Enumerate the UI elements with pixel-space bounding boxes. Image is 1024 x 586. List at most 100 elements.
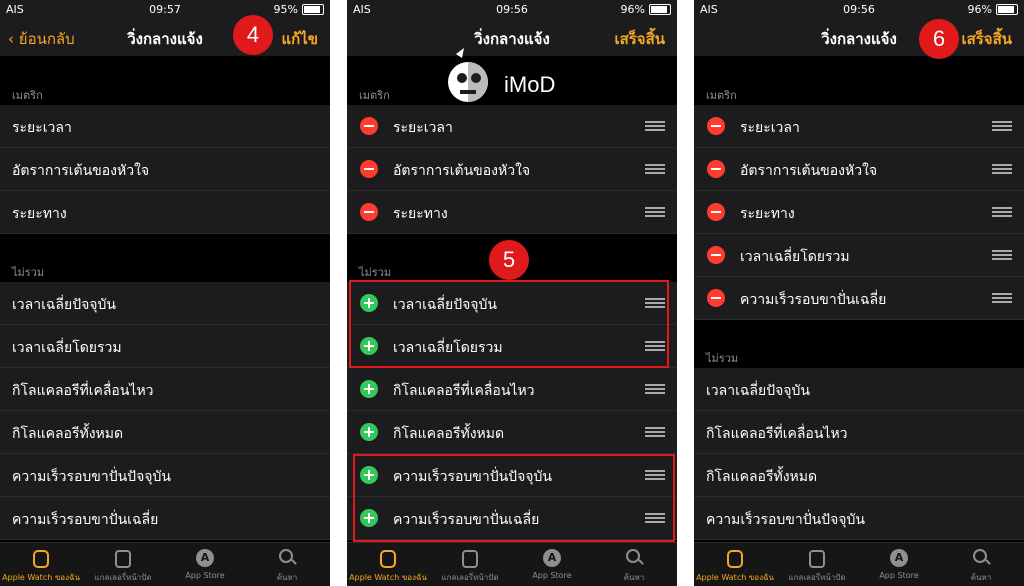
list-item[interactable]: ระยะเวลา	[0, 105, 330, 148]
list-item[interactable]: กิโลแคลอรีทั้งหมด	[0, 411, 330, 454]
remove-icon[interactable]	[707, 289, 725, 307]
list-item[interactable]: ความเร็วรอบขาปั่นปัจจุบัน	[694, 497, 1024, 540]
list-item[interactable]: กิโลแคลอรีที่เคลื่อนไหว	[0, 368, 330, 411]
highlight-box	[349, 280, 669, 368]
list-item: ระยะเวลา	[347, 105, 677, 148]
list-item: อัตราการเต้นของหัวใจ	[694, 148, 1024, 191]
imod-logo: iMoD	[442, 46, 592, 106]
step-badge-6: 6	[919, 19, 959, 59]
remove-icon[interactable]	[707, 117, 725, 135]
tab-app-store[interactable]: App Store	[164, 543, 246, 586]
reorder-handle-icon[interactable]	[992, 121, 1012, 131]
section-header-metrics: เมตริก	[706, 89, 737, 102]
list-item: เวลาเฉลี่ยโดยรวม	[694, 234, 1024, 277]
battery-percent: 96%	[967, 3, 992, 16]
tab-app-store[interactable]: App Store	[511, 543, 593, 586]
tab-face-gallery[interactable]: แกลเลอรี่หน้าปัด	[429, 543, 511, 586]
battery-icon	[302, 4, 324, 15]
app-store-icon	[543, 549, 561, 567]
list-item[interactable]: ระยะทาง	[0, 191, 330, 234]
edit-button[interactable]: แก้ไข	[281, 27, 318, 51]
list-item[interactable]: กิโลแคลอรีทั้งหมด	[694, 454, 1024, 497]
list-item[interactable]: เวลาเฉลี่ยโดยรวม	[0, 325, 330, 368]
done-button[interactable]: เสร็จสิ้น	[961, 27, 1012, 51]
section-header-metrics: เมตริก	[12, 89, 43, 102]
list-item[interactable]: เวลาเฉลี่ยปัจจุบัน	[694, 368, 1024, 411]
app-store-icon	[196, 549, 214, 567]
reorder-handle-icon[interactable]	[645, 121, 665, 131]
highlight-box	[353, 454, 675, 542]
search-icon	[279, 549, 293, 563]
nav-bar: วิ่งกลางแจ้ง เสร็จสิ้น	[694, 18, 1024, 56]
step-badge-5: 5	[489, 240, 529, 280]
list-item: อัตราการเต้นของหัวใจ	[347, 148, 677, 191]
remove-icon[interactable]	[707, 160, 725, 178]
section-header-metrics: เมตริก	[359, 89, 390, 102]
phone-screen-1: AIS 09:57 95% ‹ ย้อนกลับ วิ่งกลางแจ้ง แก…	[0, 0, 330, 586]
list-item: ระยะเวลา	[694, 105, 1024, 148]
tab-app-store[interactable]: App Store	[858, 543, 940, 586]
watch-icon	[33, 550, 49, 568]
list-item: กิโลแคลอรีทั้งหมด	[347, 411, 677, 454]
imod-wordmark: iMoD	[504, 72, 556, 97]
section-header-excluded: ไม่รวม	[12, 266, 45, 279]
list-item: กิโลแคลอรีที่เคลื่อนไหว	[347, 368, 677, 411]
remove-icon[interactable]	[707, 246, 725, 264]
section-header-excluded: ไม่รวม	[706, 352, 739, 365]
tab-search[interactable]: ค้นหา	[940, 543, 1022, 586]
reorder-handle-icon[interactable]	[645, 384, 665, 394]
tab-search[interactable]: ค้นหา	[593, 543, 675, 586]
battery-percent: 95%	[273, 3, 298, 16]
section-header-excluded: ไม่รวม	[359, 266, 392, 279]
battery-icon	[996, 4, 1018, 15]
phone-screen-3: AIS 09:56 96% วิ่งกลางแจ้ง เสร็จสิ้น เมต…	[694, 0, 1024, 586]
step-badge-4: 4	[233, 15, 273, 55]
tab-my-watch[interactable]: Apple Watch ของฉัน	[694, 543, 776, 586]
list-item: ความเร็วรอบขาปั่นเฉลี่ย	[694, 277, 1024, 320]
list-item[interactable]: เวลาเฉลี่ยปัจจุบัน	[0, 282, 330, 325]
metrics-list: เมตริก ระยะเวลา อัตราการเต้นของหัวใจ ระย…	[0, 56, 330, 543]
reorder-handle-icon[interactable]	[992, 164, 1012, 174]
remove-icon[interactable]	[360, 117, 378, 135]
watch-face-icon	[809, 550, 825, 568]
reorder-handle-icon[interactable]	[992, 207, 1012, 217]
remove-icon[interactable]	[360, 160, 378, 178]
tab-bar: Apple Watch ของฉัน แกลเลอรี่หน้าปัด App …	[694, 542, 1024, 586]
tab-search[interactable]: ค้นหา	[246, 543, 328, 586]
imod-mascot-icon	[448, 48, 488, 102]
list-item[interactable]: ความเร็วรอบขาปั่นปัจจุบัน	[0, 454, 330, 497]
battery-icon	[649, 4, 671, 15]
remove-icon[interactable]	[707, 203, 725, 221]
search-icon	[973, 549, 987, 563]
list-item[interactable]: กิโลแคลอรีที่เคลื่อนไหว	[694, 411, 1024, 454]
reorder-handle-icon[interactable]	[645, 207, 665, 217]
tab-my-watch[interactable]: Apple Watch ของฉัน	[0, 543, 82, 586]
phone-screen-2: AIS 09:56 96% วิ่งกลางแจ้ง เสร็จสิ้น เมต…	[347, 0, 677, 586]
add-icon[interactable]	[360, 380, 378, 398]
tab-bar: Apple Watch ของฉัน แกลเลอรี่หน้าปัด App …	[0, 542, 330, 586]
reorder-handle-icon[interactable]	[645, 164, 665, 174]
list-item[interactable]: ความเร็วรอบขาปั่นเฉลี่ย	[0, 497, 330, 540]
tab-my-watch[interactable]: Apple Watch ของฉัน	[347, 543, 429, 586]
battery-percent: 96%	[620, 3, 645, 16]
done-button[interactable]: เสร็จสิ้น	[614, 27, 665, 51]
reorder-handle-icon[interactable]	[992, 250, 1012, 260]
status-bar: AIS 09:56 96%	[347, 0, 677, 18]
app-store-icon	[890, 549, 908, 567]
status-bar: AIS 09:57 95%	[0, 0, 330, 18]
search-icon	[626, 549, 640, 563]
nav-bar: ‹ ย้อนกลับ วิ่งกลางแจ้ง แก้ไข	[0, 18, 330, 56]
watch-icon	[727, 550, 743, 568]
reorder-handle-icon[interactable]	[645, 427, 665, 437]
reorder-handle-icon[interactable]	[992, 293, 1012, 303]
list-item: ระยะทาง	[347, 191, 677, 234]
list-item[interactable]: อัตราการเต้นของหัวใจ	[0, 148, 330, 191]
tab-bar: Apple Watch ของฉัน แกลเลอรี่หน้าปัด App …	[347, 542, 677, 586]
metrics-list: เมตริก ระยะเวลา อัตราการเต้นของหัวใจ ระย…	[694, 56, 1024, 543]
tab-face-gallery[interactable]: แกลเลอรี่หน้าปัด	[82, 543, 164, 586]
watch-icon	[380, 550, 396, 568]
tab-face-gallery[interactable]: แกลเลอรี่หน้าปัด	[776, 543, 858, 586]
list-item: ระยะทาง	[694, 191, 1024, 234]
add-icon[interactable]	[360, 423, 378, 441]
remove-icon[interactable]	[360, 203, 378, 221]
